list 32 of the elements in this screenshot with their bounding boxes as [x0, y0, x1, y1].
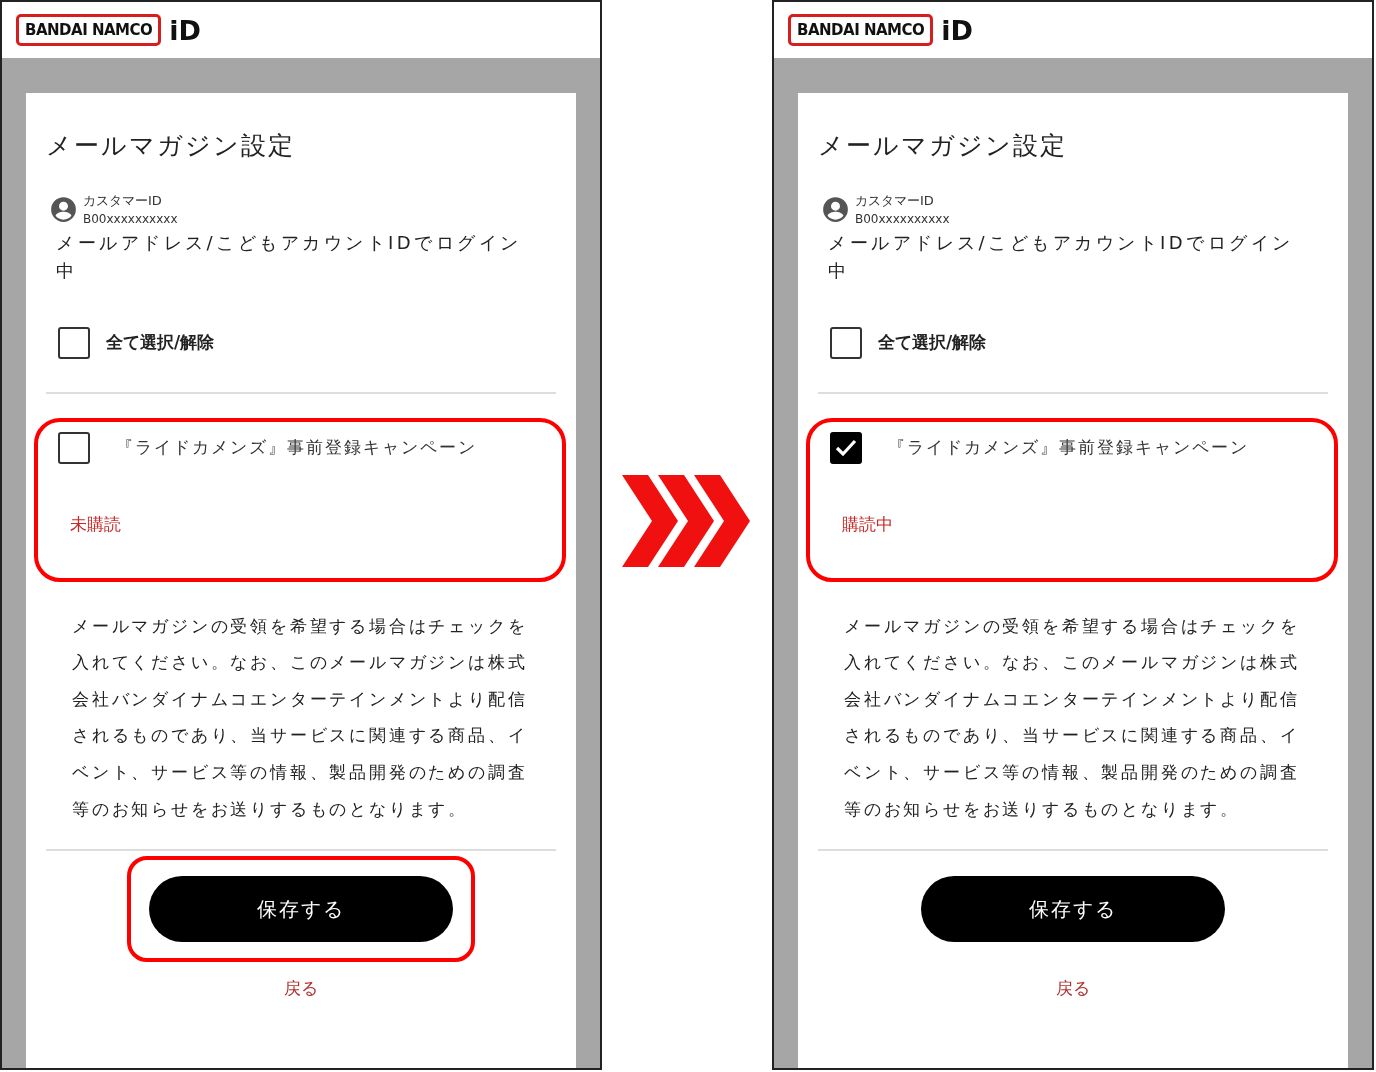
- back-link[interactable]: 戻る: [1056, 976, 1090, 1002]
- brand-logo: BANDAI NAMCO: [788, 13, 934, 47]
- subscription-status: 未購読: [70, 513, 122, 537]
- user-icon: [822, 195, 849, 223]
- customer-id-label: カスタマーID: [855, 192, 935, 210]
- customer-id: B00xxxxxxxxxx: [855, 210, 950, 228]
- logo-text: iD: [169, 16, 201, 44]
- campaign-name: 『ライドカメンズ』事前登録キャンペーン: [116, 436, 477, 460]
- checkbox[interactable]: [830, 327, 862, 360]
- page-title: メールマガジン設定: [818, 131, 1068, 161]
- back-link[interactable]: 戻る: [284, 976, 318, 1002]
- chevron-arrow-icon: [622, 475, 752, 567]
- checkbox[interactable]: [58, 327, 90, 360]
- save-button[interactable]: 保存する: [149, 876, 453, 943]
- customer-id: B00xxxxxxxxxx: [83, 210, 178, 228]
- check-icon: [835, 439, 857, 458]
- description-text: メールマガジンの受領を希望する場合はチェックを入れてください。なお、このメールマガジンは株式会社バンダイナムコエンターテインメントより配信されるものであり、当サービスに関連する商品、イベント、サービス等の情報、製品開発のための調査等のお知らせをお送りするものとなります。: [72, 614, 529, 821]
- checkbox[interactable]: [58, 432, 90, 465]
- select-all-label: 全て選択/解除: [106, 331, 215, 355]
- login-status-text: メールアドレス/こどもアカウントIDでログイン中: [828, 231, 1295, 284]
- select-all-label: 全て選択/解除: [878, 331, 987, 355]
- user-icon: [50, 195, 77, 223]
- login-status-text: メールアドレス/こどもアカウントIDでログイン中: [56, 231, 523, 284]
- description-text: メールマガジンの受領を希望する場合はチェックを入れてください。なお、このメールマガジンは株式会社バンダイナムコエンターテインメントより配信されるものであり、当サービスに関連する商品、イベント、サービス等の情報、製品開発のための調査等のお知らせをお送りするものとなります。: [844, 614, 1301, 821]
- campaign-name: 『ライドカメンズ』事前登録キャンペーン: [888, 436, 1249, 460]
- save-button[interactable]: 保存する: [921, 876, 1225, 943]
- page-title: メールマガジン設定: [46, 131, 296, 161]
- logo-text: iD: [941, 16, 973, 44]
- brand-logo: BANDAI NAMCO: [16, 13, 162, 47]
- subscription-status: 購読中: [842, 513, 894, 537]
- customer-id-label: カスタマーID: [83, 192, 163, 210]
- checkbox[interactable]: [830, 432, 862, 465]
